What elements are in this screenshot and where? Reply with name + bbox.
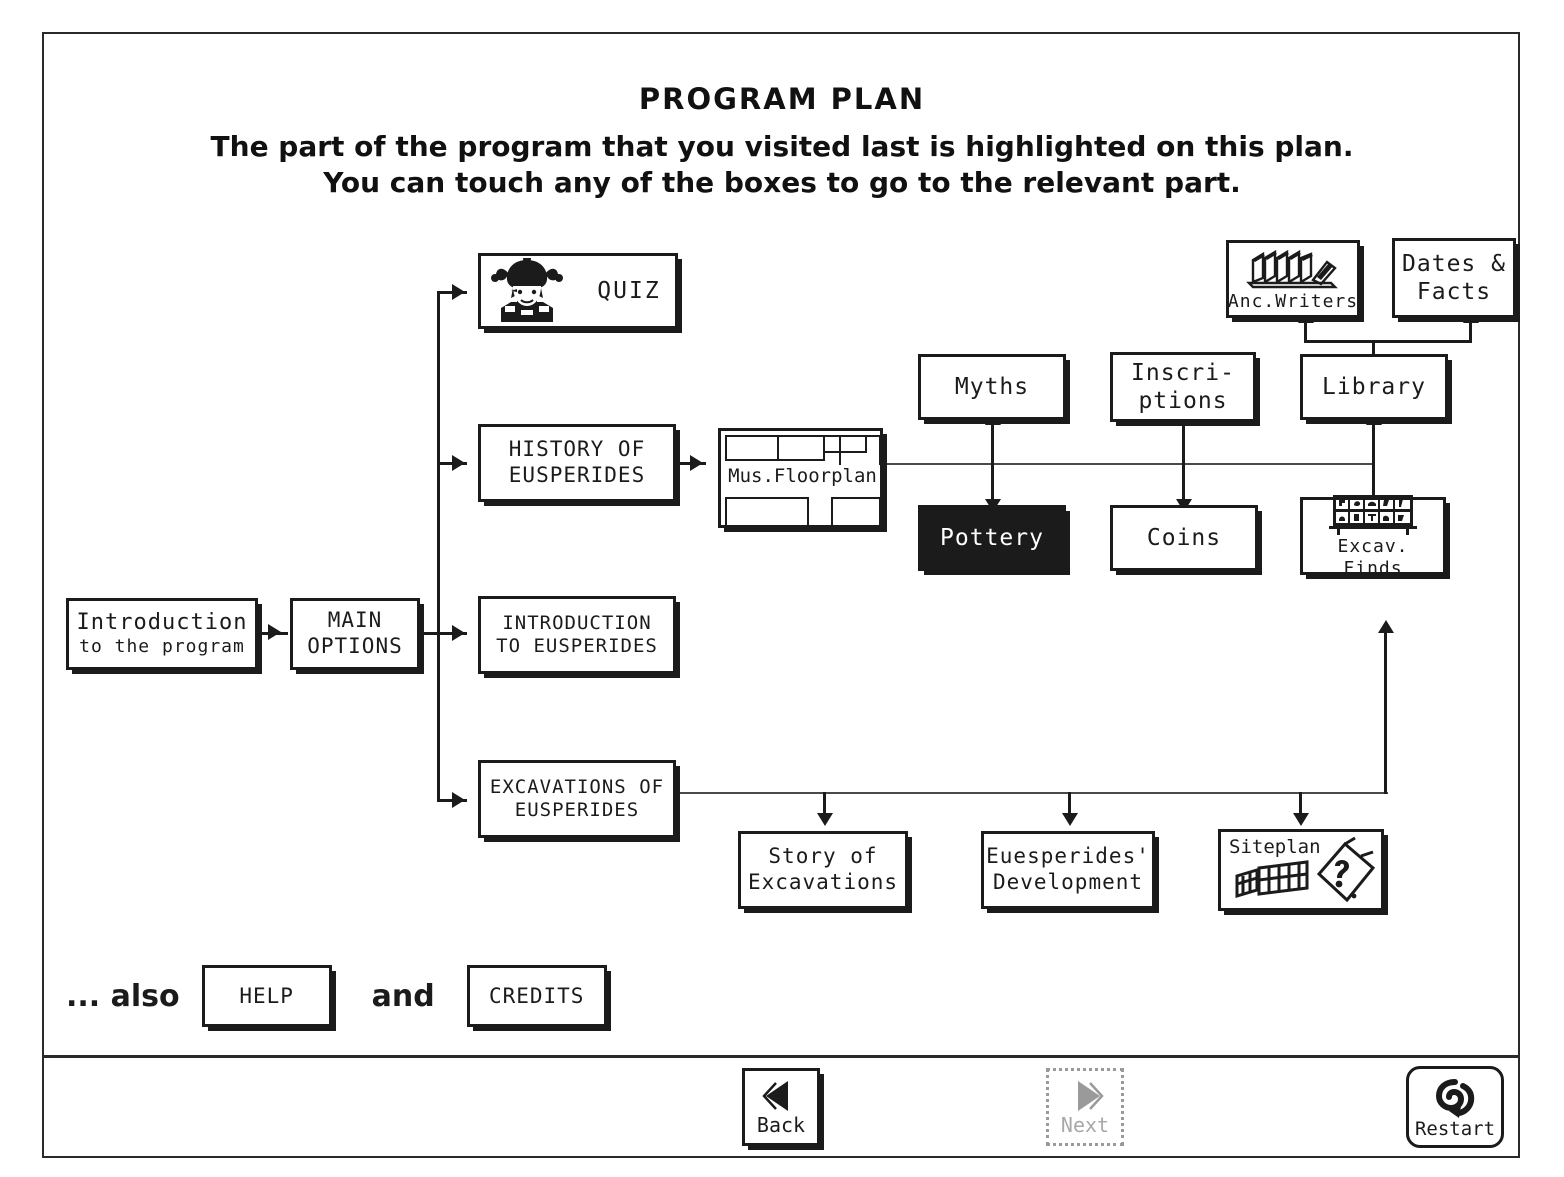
next-button[interactable]: Next xyxy=(1046,1068,1124,1146)
node-story-of-excavations[interactable]: Story of Excavations xyxy=(738,831,908,909)
node-story-line2: Excavations xyxy=(747,870,899,894)
node-intro-eusperides-line2: TO EUSPERIDES xyxy=(496,635,658,657)
node-excav-finds[interactable]: Excav. Finds xyxy=(1300,494,1446,579)
restart-label: Restart xyxy=(1414,1118,1496,1140)
node-museum-floorplan-label: Mus.Floorplan xyxy=(725,465,880,487)
node-development-line2: Development xyxy=(992,870,1144,894)
node-myths[interactable]: Myths xyxy=(918,354,1066,420)
credits-button[interactable]: CREDITS xyxy=(466,965,607,1027)
node-pottery[interactable]: Pottery xyxy=(918,505,1066,571)
node-anc-writers-label: Anc.Writers xyxy=(1227,290,1359,312)
node-inscriptions[interactable]: Inscri- ptions xyxy=(1110,352,1256,422)
node-myths-label: Myths xyxy=(954,373,1030,400)
node-introduction-to-eusperides[interactable]: INTRODUCTION TO EUSPERIDES xyxy=(478,596,676,674)
page-title: PROGRAM PLAN xyxy=(638,82,926,116)
display-shelf-icon xyxy=(1321,493,1425,535)
also-conjunction: and xyxy=(371,978,435,1014)
node-excavations-line2: EUSPERIDES xyxy=(514,799,640,821)
arrow-down-siteplan xyxy=(1293,813,1309,826)
node-museum-floorplan[interactable]: Mus.Floorplan xyxy=(718,428,883,528)
program-plan-screen: PROGRAM PLAN The part of the program tha… xyxy=(0,0,1564,1177)
node-inscriptions-line1: Inscri- xyxy=(1131,359,1235,386)
node-inscriptions-line2: ptions xyxy=(1138,388,1228,414)
node-development-line1: Euesperides' xyxy=(986,844,1150,869)
spiral-arrow-icon xyxy=(1429,1074,1481,1120)
node-library-label: Library xyxy=(1322,373,1426,400)
subtitle-line-1: The part of the program that you visited… xyxy=(210,130,1354,163)
node-pottery-label: Pottery xyxy=(940,524,1044,551)
arrow-bus-to-intro-eusperides xyxy=(452,625,465,641)
node-excavations-line1: EXCAVATIONS OF xyxy=(489,775,665,798)
header: PROGRAM PLAN The part of the program tha… xyxy=(0,0,1564,201)
node-excavations-of-eusperides[interactable]: EXCAVATIONS OF EUSPERIDES xyxy=(478,760,676,838)
node-library[interactable]: Library xyxy=(1300,354,1448,420)
connector-to-dates-facts xyxy=(1469,320,1472,342)
help-button[interactable]: HELP xyxy=(201,965,332,1027)
node-siteplan[interactable]: Siteplan xyxy=(1218,829,1384,911)
triangle-right-icon xyxy=(1062,1077,1108,1115)
node-quiz[interactable]: QUIZ xyxy=(478,253,678,329)
connector-excavations-to-finds xyxy=(1384,628,1387,794)
arrow-bus-to-quiz xyxy=(452,284,465,300)
node-coins[interactable]: Coins xyxy=(1110,505,1258,571)
arrow-intro-to-main xyxy=(268,624,281,640)
node-intro-eusperides-line1: INTRODUCTION xyxy=(502,611,652,634)
also-prefix: ... also xyxy=(66,978,180,1014)
node-history-of-eusperides[interactable]: HISTORY OF EUSPERIDES xyxy=(478,424,676,502)
node-main-options-line2: OPTIONS xyxy=(307,634,403,658)
node-eusperides-development[interactable]: Euesperides' Development xyxy=(981,831,1155,909)
node-main-options[interactable]: MAIN OPTIONS xyxy=(290,598,420,670)
also-row: ... also HELP and CREDITS xyxy=(66,965,607,1027)
back-label: Back xyxy=(756,1113,806,1137)
books-icon xyxy=(1243,246,1343,290)
museum-bus-horizontal xyxy=(880,463,1374,465)
node-dates-facts-line2: Facts xyxy=(1416,279,1492,305)
connector-myths-pottery xyxy=(991,420,994,506)
arrow-history-to-floorplan xyxy=(690,455,703,471)
node-history-line2: EUSPERIDES xyxy=(508,463,646,487)
node-history-line1: HISTORY OF xyxy=(508,437,646,462)
node-main-options-line1: MAIN xyxy=(327,608,383,633)
node-introduction[interactable]: Introduction to the program xyxy=(66,598,258,670)
node-coins-label: Coins xyxy=(1146,524,1222,551)
jester-icon xyxy=(491,258,564,324)
restart-button[interactable]: Restart xyxy=(1406,1066,1504,1148)
connector-to-anc-writers xyxy=(1304,320,1307,342)
node-dates-and-facts[interactable]: Dates & Facts xyxy=(1392,238,1516,318)
next-label: Next xyxy=(1060,1113,1110,1137)
bus-vertical xyxy=(437,292,440,802)
back-button[interactable]: Back xyxy=(742,1068,820,1146)
node-introduction-line1: Introduction xyxy=(76,609,248,635)
node-story-line1: Story of xyxy=(768,844,878,869)
node-dates-facts-line1: Dates & xyxy=(1402,250,1506,277)
connector-inscriptions-coins xyxy=(1182,420,1185,506)
arrow-down-story xyxy=(817,813,833,826)
node-anc-writers[interactable]: Anc.Writers xyxy=(1226,240,1360,318)
connector-library-split xyxy=(1304,340,1472,343)
node-siteplan-label: Siteplan xyxy=(1229,836,1321,858)
node-excav-finds-label: Excav. Finds xyxy=(1337,535,1409,579)
triangle-left-icon xyxy=(758,1077,804,1115)
arrow-up-excav-finds xyxy=(1378,620,1394,633)
node-quiz-label: QUIZ xyxy=(597,277,661,304)
footer-separator xyxy=(44,1055,1518,1058)
arrow-bus-to-history xyxy=(452,455,465,471)
excavations-bus-horizontal xyxy=(676,792,1388,794)
node-introduction-line2: to the program xyxy=(79,636,245,658)
arrow-bus-to-excavations xyxy=(452,792,465,808)
subtitle-line-2: You can touch any of the boxes to go to … xyxy=(323,165,1241,199)
arrow-down-development xyxy=(1062,813,1078,826)
